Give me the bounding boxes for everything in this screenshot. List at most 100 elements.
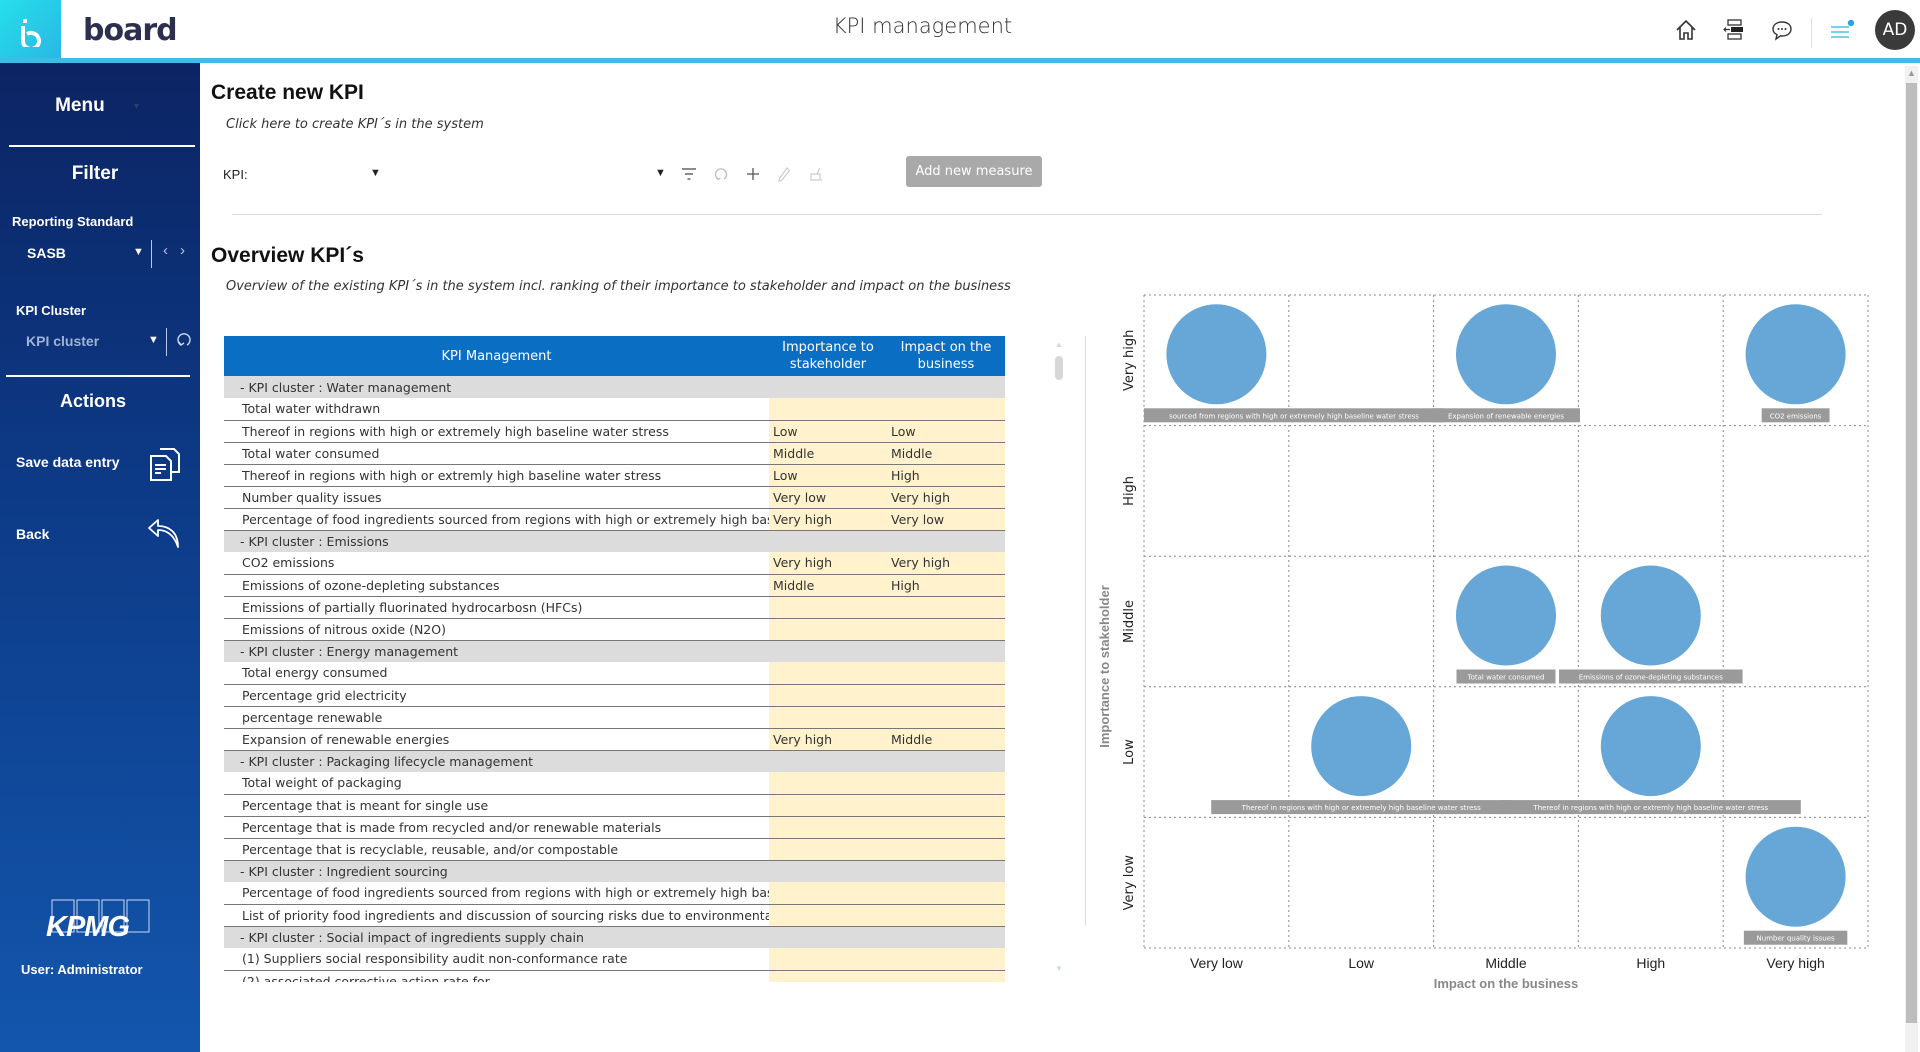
- importance-cell[interactable]: [769, 596, 887, 619]
- bubble[interactable]: [1166, 304, 1267, 405]
- table-row[interactable]: Percentage that is made from recycled an…: [224, 816, 1005, 839]
- scroll-up-icon[interactable]: ▲: [1907, 68, 1916, 78]
- add-button[interactable]: [743, 164, 763, 184]
- kpi-value-select[interactable]: ▼: [390, 160, 666, 186]
- kpi-cluster-select[interactable]: KPI cluster ▼: [26, 331, 160, 351]
- bubble[interactable]: [1456, 565, 1556, 666]
- table-row[interactable]: Percentage that is meant for single use: [224, 794, 1005, 817]
- edit-button[interactable]: [774, 164, 794, 184]
- importance-cell[interactable]: [769, 904, 887, 927]
- impact-cell[interactable]: Very low: [887, 508, 1005, 531]
- importance-cell[interactable]: [769, 662, 887, 685]
- table-cluster-row[interactable]: - KPI cluster : Water management: [224, 376, 1005, 398]
- menu-button[interactable]: Menu ▼: [0, 95, 196, 117]
- impact-cell[interactable]: [887, 970, 1005, 982]
- table-row[interactable]: Total water consumed Middle Middle: [224, 442, 1005, 465]
- table-row[interactable]: (1) Suppliers social responsibility audi…: [224, 948, 1005, 971]
- bubble[interactable]: [1600, 696, 1701, 797]
- table-row[interactable]: percentage renewable: [224, 706, 1005, 729]
- impact-cell[interactable]: Low: [887, 420, 1005, 443]
- importance-cell[interactable]: Very high: [769, 508, 887, 531]
- importance-cell[interactable]: [769, 684, 887, 707]
- column-header-importance[interactable]: Importance to stakeholder: [769, 336, 887, 376]
- importance-cell[interactable]: Middle: [769, 442, 887, 465]
- bubble[interactable]: [1600, 565, 1701, 666]
- impact-cell[interactable]: [887, 948, 1005, 971]
- reporting-standard-select[interactable]: SASB ▼: [27, 243, 145, 263]
- clear-button[interactable]: [806, 164, 826, 184]
- column-header-impact[interactable]: Impact on the business: [887, 336, 1005, 376]
- impact-cell[interactable]: [887, 618, 1005, 641]
- importance-cell[interactable]: [769, 948, 887, 971]
- importance-cell[interactable]: [769, 882, 887, 905]
- reset-filter-button[interactable]: [176, 330, 192, 353]
- impact-cell[interactable]: Very high: [887, 552, 1005, 575]
- kpi-select[interactable]: ▼: [262, 160, 382, 186]
- importance-cell[interactable]: [769, 816, 887, 839]
- impact-cell[interactable]: [887, 904, 1005, 927]
- bubble[interactable]: [1745, 304, 1846, 405]
- table-scrollbar[interactable]: ▲ ▼: [1054, 340, 1066, 974]
- impact-cell[interactable]: [887, 816, 1005, 839]
- navigation-button[interactable]: [1720, 16, 1748, 44]
- scroll-up-icon[interactable]: ▲: [1055, 340, 1063, 349]
- impact-cell[interactable]: [887, 398, 1005, 421]
- column-header-kpi[interactable]: KPI Management: [224, 336, 769, 376]
- impact-cell[interactable]: [887, 596, 1005, 619]
- table-row[interactable]: Total weight of packaging: [224, 772, 1005, 795]
- user-avatar[interactable]: AD: [1875, 10, 1915, 50]
- table-row[interactable]: Expansion of renewable energies Very high…: [224, 728, 1005, 751]
- table-cluster-row[interactable]: - KPI cluster : Packaging lifecycle mana…: [224, 750, 1005, 772]
- save-data-entry-icon-button[interactable]: [148, 445, 182, 488]
- importance-cell[interactable]: [769, 970, 887, 982]
- back-icon-button[interactable]: [146, 513, 182, 554]
- add-new-measure-button[interactable]: Add new measure: [906, 156, 1042, 187]
- table-row[interactable]: Number quality issues Very low Very high: [224, 486, 1005, 509]
- importance-cell[interactable]: [769, 706, 887, 729]
- table-row[interactable]: Thereof in regions with high or extremel…: [224, 420, 1005, 443]
- importance-cell[interactable]: Low: [769, 464, 887, 487]
- page-scrollbar[interactable]: ▲: [1905, 66, 1918, 1052]
- impact-cell[interactable]: [887, 706, 1005, 729]
- notifications-menu-button[interactable]: [1828, 16, 1856, 44]
- table-row[interactable]: Percentage of food ingredients sourced f…: [224, 882, 1005, 905]
- table-row[interactable]: (2) associated corrective action rate fo…: [224, 970, 1005, 982]
- table-row[interactable]: Percentage grid electricity: [224, 684, 1005, 707]
- impact-cell[interactable]: [887, 882, 1005, 905]
- page-scroll-thumb[interactable]: [1906, 83, 1917, 1023]
- importance-cell[interactable]: Very high: [769, 728, 887, 751]
- importance-cell[interactable]: Middle: [769, 574, 887, 597]
- home-button[interactable]: [1672, 16, 1700, 44]
- impact-cell[interactable]: [887, 838, 1005, 861]
- next-icon[interactable]: ›: [180, 242, 185, 259]
- table-row[interactable]: Percentage of food ingredients sourced f…: [224, 508, 1005, 531]
- impact-cell[interactable]: High: [887, 574, 1005, 597]
- comments-button[interactable]: [1768, 16, 1796, 44]
- table-cluster-row[interactable]: - KPI cluster : Social impact of ingredi…: [224, 926, 1005, 948]
- table-cluster-row[interactable]: - KPI cluster : Emissions: [224, 530, 1005, 552]
- filter-button[interactable]: [679, 164, 699, 184]
- table-row[interactable]: Total energy consumed: [224, 662, 1005, 685]
- importance-cell[interactable]: [769, 618, 887, 641]
- table-row[interactable]: Total water withdrawn: [224, 398, 1005, 421]
- table-row[interactable]: Thereof in regions with high or extremly…: [224, 464, 1005, 487]
- previous-icon[interactable]: ‹: [163, 242, 168, 259]
- impact-cell[interactable]: Middle: [887, 728, 1005, 751]
- table-row[interactable]: Percentage that is recyclable, reusable,…: [224, 838, 1005, 861]
- table-row[interactable]: Emissions of ozone-depleting substances M…: [224, 574, 1005, 597]
- table-scroll-thumb[interactable]: [1055, 356, 1063, 380]
- impact-cell[interactable]: [887, 684, 1005, 707]
- importance-cell[interactable]: Low: [769, 420, 887, 443]
- scroll-down-icon[interactable]: ▼: [1055, 964, 1063, 973]
- impact-cell[interactable]: [887, 662, 1005, 685]
- impact-cell[interactable]: [887, 794, 1005, 817]
- impact-cell[interactable]: [887, 772, 1005, 795]
- importance-cell[interactable]: [769, 838, 887, 861]
- importance-cell[interactable]: Very high: [769, 552, 887, 575]
- impact-cell[interactable]: High: [887, 464, 1005, 487]
- create-kpi-subtitle[interactable]: Click here to create KPI´s in the system: [226, 117, 484, 132]
- table-cluster-row[interactable]: - KPI cluster : Ingredient sourcing: [224, 860, 1005, 882]
- save-data-entry-button[interactable]: Save data entry: [16, 454, 120, 470]
- back-button[interactable]: Back: [16, 526, 49, 542]
- bubble[interactable]: [1311, 696, 1412, 797]
